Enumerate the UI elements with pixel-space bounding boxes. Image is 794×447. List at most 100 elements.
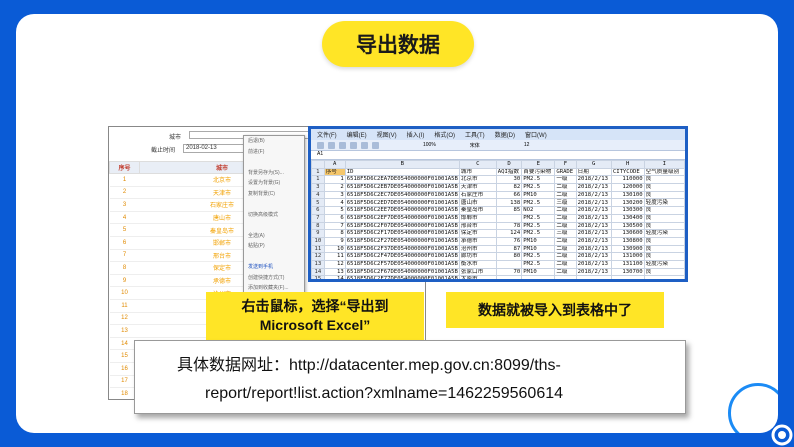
font-select[interactable]: 宋体	[470, 142, 480, 149]
excel-cell[interactable]: PM2.5	[521, 221, 556, 231]
excel-header-cell[interactable]: AQI指数	[495, 167, 523, 177]
excel-cell[interactable]: 85	[495, 206, 523, 215]
excel-header-cell[interactable]: ID	[344, 167, 460, 177]
excel-cell[interactable]: 良	[643, 206, 685, 215]
excel-cell[interactable]: 邢台市	[458, 221, 497, 231]
excel-cell[interactable]: 138	[495, 198, 523, 208]
row-index[interactable]: 1	[311, 175, 325, 185]
menu-item[interactable]: 创建快捷方式(T)	[244, 273, 304, 284]
excel-cell[interactable]: 6518F5D6C2EE7DE054000000F01001A5B	[344, 206, 460, 215]
excel-cell[interactable]: 130200	[610, 198, 645, 208]
menu-item-send-to-phone[interactable]: 发送到手机	[244, 262, 304, 273]
excel-cell[interactable]: 6518F5D6C2EC7DE054000000F01001A5B	[344, 190, 460, 200]
excel-cell[interactable]: 二级	[554, 252, 577, 261]
excel-cell[interactable]: 二级	[554, 206, 577, 215]
excel-cell[interactable]: 秦皇岛市	[458, 206, 497, 215]
column-letter[interactable]: D	[495, 160, 523, 169]
excel-cell[interactable]: 110000	[610, 175, 645, 185]
excel-cell[interactable]: 8	[323, 229, 346, 238]
menu-item[interactable]: 前进(F)	[244, 147, 304, 158]
excel-cell[interactable]: 良	[643, 221, 685, 231]
excel-menu-item[interactable]: 文件(F)	[317, 130, 337, 139]
excel-cell[interactable]: 5	[323, 206, 346, 215]
column-letter[interactable]: G	[575, 160, 612, 169]
menu-item[interactable]: 粘贴(P)	[244, 241, 304, 252]
excel-cell[interactable]: PM10	[521, 190, 556, 200]
excel-cell[interactable]: 130400	[610, 213, 645, 223]
column-letter[interactable]: F	[554, 160, 577, 169]
excel-cell[interactable]: PM10	[521, 267, 556, 277]
excel-cell[interactable]: 87	[495, 244, 523, 254]
excel-cell[interactable]: 轻度污染	[643, 259, 685, 269]
excel-cell[interactable]	[495, 259, 523, 269]
row-index[interactable]: 10	[311, 236, 325, 246]
excel-cell[interactable]: 良	[643, 267, 685, 277]
excel-cell[interactable]: 承德市	[458, 236, 497, 246]
excel-cell[interactable]: 二级	[554, 213, 577, 223]
excel-cell[interactable]: PM10	[521, 244, 556, 254]
excel-cell[interactable]: 2018/2/13	[575, 213, 612, 223]
excel-cell[interactable]: 6518F5D6C2F77DE054000000F01001A5B	[344, 275, 460, 279]
excel-cell[interactable]: 2018/2/13	[575, 267, 612, 277]
row-index[interactable]: 14	[311, 267, 325, 277]
print-icon[interactable]	[350, 141, 357, 149]
excel-cell[interactable]: 轻度污染	[643, 198, 685, 208]
excel-cell[interactable]: 6518F5D6C2EB7DE054000000F01001A5B	[344, 183, 460, 192]
excel-cell[interactable]: 二级	[554, 190, 577, 200]
excel-cell[interactable]: 太原市	[458, 275, 497, 279]
excel-cell[interactable]: PM2.5	[521, 198, 556, 208]
excel-cell[interactable]: 82	[495, 183, 523, 192]
excel-cell[interactable]: 三级	[554, 198, 577, 208]
excel-menu-item[interactable]: 格式(O)	[434, 130, 455, 139]
excel-cell[interactable]: 6518F5D6C2EA7DE054000000F01001A5B	[344, 175, 460, 185]
excel-cell[interactable]: 二级	[554, 221, 577, 231]
excel-cell[interactable]: 6518F5D6C2F07DE054000000F01001A5B	[344, 221, 460, 231]
row-index[interactable]: 15	[311, 275, 325, 279]
excel-cell[interactable]: 6518F5D6C2EF7DE054000000F01001A5B	[344, 213, 460, 223]
new-icon[interactable]	[317, 141, 324, 149]
excel-cell[interactable]: 14	[323, 275, 346, 279]
excel-cell[interactable]: 良	[643, 190, 685, 200]
excel-cell[interactable]	[521, 275, 556, 279]
excel-cell[interactable]: 2018/2/13	[575, 183, 612, 192]
excel-cell[interactable]: 2018/2/13	[575, 198, 612, 208]
row-index[interactable]: 5	[311, 198, 325, 208]
menu-item[interactable]: 设置为背景(G)	[244, 178, 304, 189]
excel-cell[interactable]: 良	[643, 175, 685, 185]
excel-cell[interactable]: 6518F5D6C2ED7DE054000000F01001A5B	[344, 198, 460, 208]
row-index[interactable]: 8	[311, 221, 325, 231]
excel-cell[interactable]: 2018/2/13	[575, 252, 612, 261]
excel-header-cell[interactable]: CITYCODE	[610, 167, 645, 177]
excel-cell[interactable]: 一级	[554, 175, 577, 185]
menu-item[interactable]	[244, 220, 304, 231]
excel-cell[interactable]: 120000	[610, 183, 645, 192]
excel-cell[interactable]: 2018/2/13	[575, 229, 612, 238]
excel-cell[interactable]: PM2.5	[521, 213, 556, 223]
excel-cell[interactable]: 良	[643, 213, 685, 223]
excel-cell[interactable]: 2	[323, 183, 346, 192]
excel-cell[interactable]: 二级	[554, 267, 577, 277]
excel-header-cell[interactable]: 空气质量级别	[643, 167, 685, 177]
excel-cell[interactable]: 78	[495, 221, 523, 231]
excel-header-cell[interactable]: 首要污染物	[521, 167, 556, 177]
excel-cell[interactable]: 唐山市	[458, 198, 497, 208]
excel-cell[interactable]: 13	[323, 267, 346, 277]
column-letter[interactable]: H	[610, 160, 645, 169]
excel-cell[interactable]: 6518F5D6C2F27DE054000000F01001A5B	[344, 236, 460, 246]
excel-cell[interactable]: 76	[495, 236, 523, 246]
excel-cell[interactable]: 2018/2/13	[575, 190, 612, 200]
menu-item[interactable]	[244, 157, 304, 168]
excel-cell[interactable]: 二级	[554, 236, 577, 246]
excel-cell[interactable]: PM2.5	[521, 175, 556, 185]
row-index[interactable]: 1	[311, 167, 325, 177]
save-icon[interactable]	[339, 141, 346, 149]
excel-cell[interactable]	[554, 275, 577, 279]
excel-cell[interactable]: 130100	[610, 190, 645, 200]
excel-cell[interactable]: 6518F5D6C2F57DE054000000F01001A5B	[344, 259, 460, 269]
excel-cell[interactable]: 2018/2/13	[575, 244, 612, 254]
excel-header-cell[interactable]: 序号	[323, 167, 346, 177]
row-index[interactable]: 7	[311, 213, 325, 223]
excel-cell[interactable]: 80	[495, 252, 523, 261]
zoom-select[interactable]: 100%	[423, 142, 436, 148]
excel-cell[interactable]: 三级	[554, 229, 577, 238]
